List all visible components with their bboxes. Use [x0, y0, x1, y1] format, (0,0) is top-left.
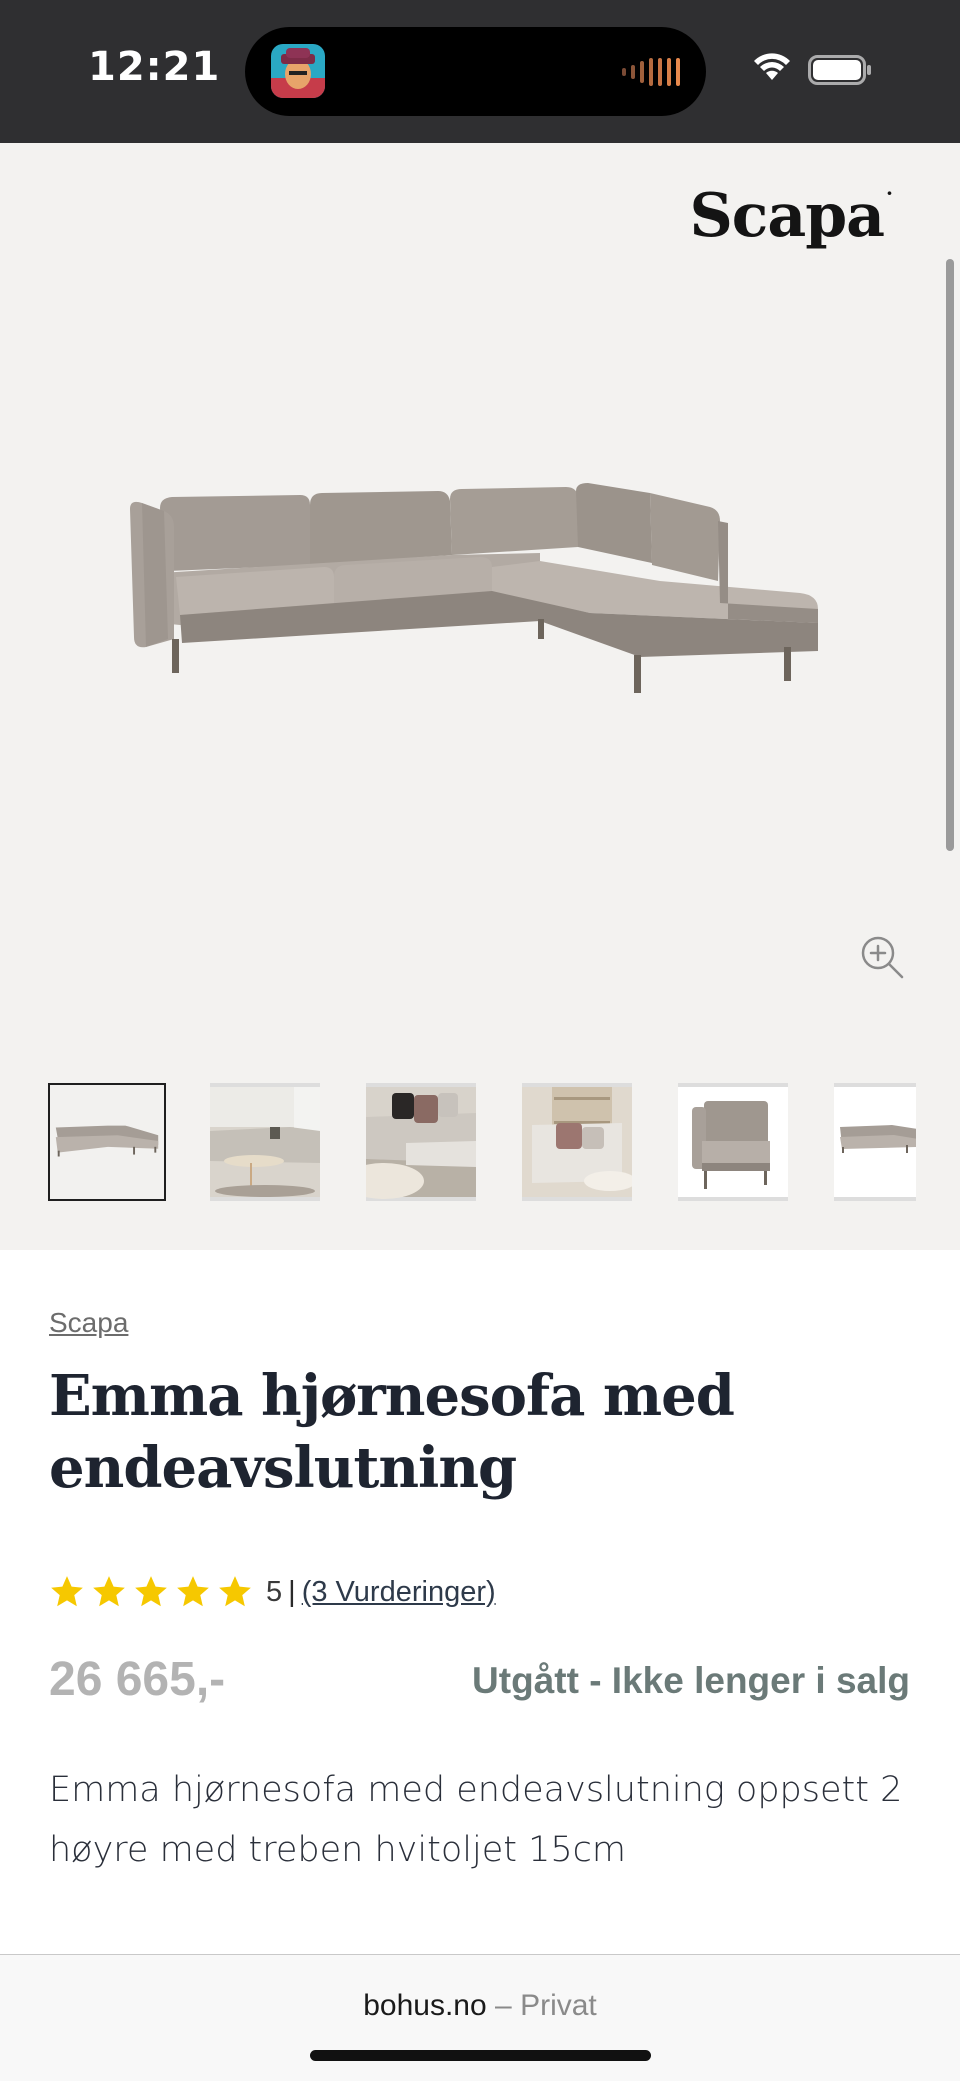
rating-stars	[48, 1573, 254, 1611]
corner-sofa-image[interactable]	[120, 443, 840, 763]
brand-logo-mark: ·	[886, 181, 893, 205]
brand-logo-text: Scapa	[689, 181, 885, 251]
app-icon	[271, 44, 325, 98]
url-separator: –	[495, 1989, 512, 2022]
battery-icon	[808, 55, 871, 85]
reviews-link[interactable]: (3 Vurderinger)	[302, 1576, 496, 1609]
brand-logo: Scapa ·	[689, 181, 893, 251]
product-title: Emma hjørnesofa med endeavslutning	[49, 1363, 735, 1501]
browser-bottom-bar[interactable]: bohus.no – Privat	[0, 1954, 960, 2081]
availability-status: Utgått - Ikke lenger i salg	[472, 1660, 910, 1701]
status-bar: 12:21	[0, 0, 960, 143]
star-icon	[177, 1576, 209, 1607]
home-indicator[interactable]	[310, 2050, 651, 2061]
star-icon	[93, 1576, 125, 1607]
url-label[interactable]: bohus.no – Privat	[0, 1989, 960, 2023]
thumbnail-5[interactable]	[678, 1083, 788, 1201]
star-icon	[51, 1576, 83, 1607]
thumbnail-6[interactable]	[834, 1083, 916, 1201]
browsing-mode: Privat	[520, 1989, 597, 2022]
product-price: 26 665,-	[49, 1653, 226, 1706]
star-icon	[219, 1576, 251, 1607]
product-description: Emma hjørnesofa med endeavslutning oppse…	[49, 1770, 903, 1870]
status-time: 12:21	[88, 44, 221, 90]
wifi-icon	[754, 53, 790, 80]
brand-link[interactable]: Scapa	[49, 1307, 128, 1339]
thumbnail-1[interactable]	[48, 1083, 166, 1201]
dynamic-island	[245, 27, 706, 116]
product-gallery[interactable]: Scapa ·	[0, 143, 960, 1250]
thumbnail-2[interactable]	[210, 1083, 320, 1201]
thumbnail-4[interactable]	[522, 1083, 632, 1201]
thumbnail-strip[interactable]	[48, 1083, 916, 1203]
rating-separator: |	[288, 1575, 296, 1608]
gallery-scrollbar[interactable]	[946, 259, 954, 851]
star-icon	[135, 1576, 167, 1607]
rating-score: 5	[266, 1575, 283, 1608]
url-domain: bohus.no	[363, 1989, 487, 2022]
zoom-in-icon[interactable]	[858, 933, 906, 981]
thumbnail-3[interactable]	[366, 1083, 476, 1201]
audio-bars-icon	[622, 58, 680, 86]
rating-row: 5 | (3 Vurderinger)	[48, 1572, 496, 1612]
